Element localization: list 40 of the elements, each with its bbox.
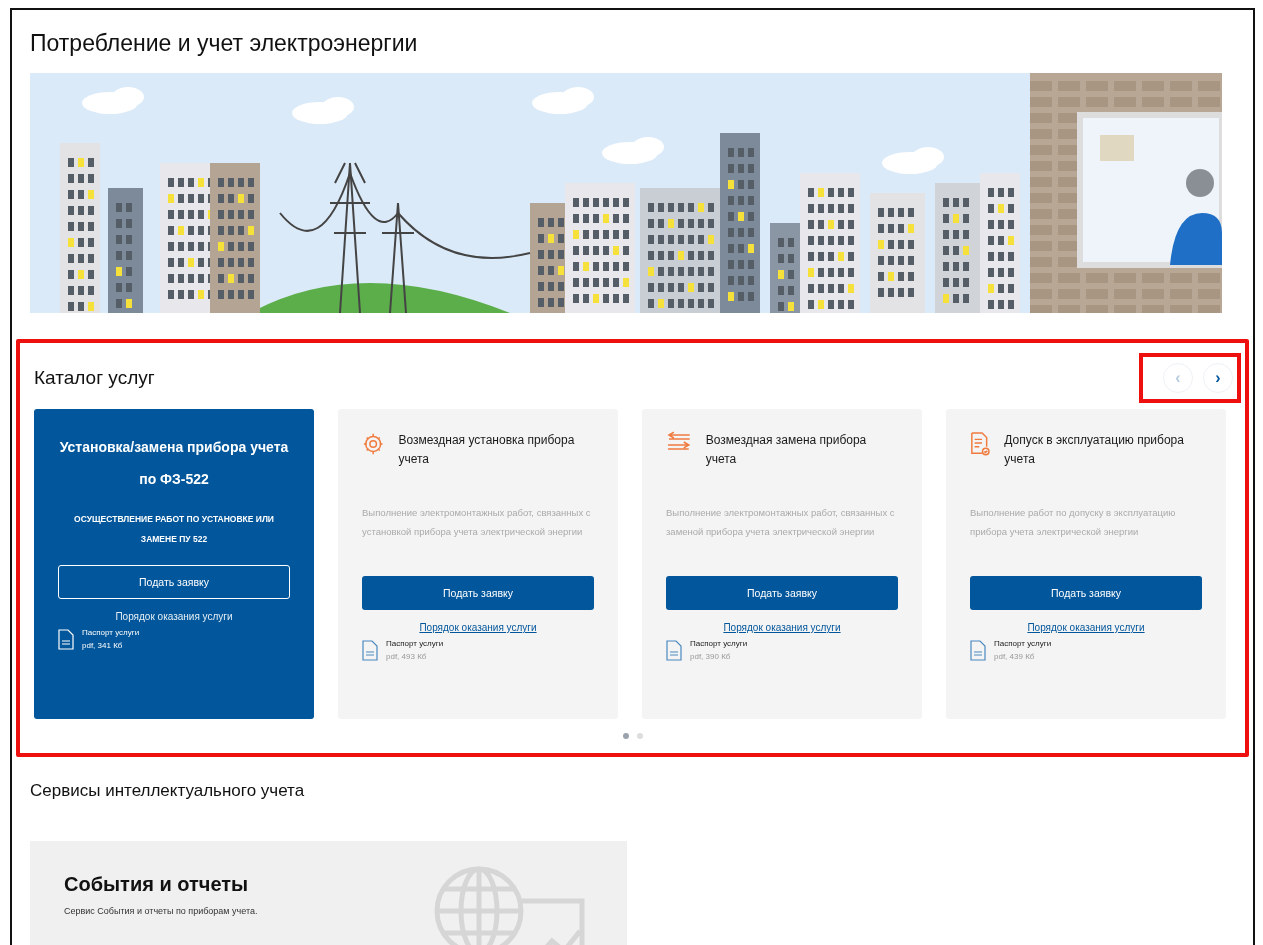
gear-icon: [362, 431, 385, 457]
document-icon: [666, 639, 682, 661]
file-name: Паспорт услуги: [386, 638, 444, 650]
carousel-dot[interactable]: [636, 733, 643, 739]
file-info: pdf, 390 Кб: [690, 651, 732, 663]
service-title: Возмездная установка прибора учета: [398, 432, 576, 468]
service-description: Сервис События и отчеты по приборам учета.: [64, 906, 259, 916]
service-description: Выполнение работ по допуску в эксплуатацию прибора учета электрической энергии: [970, 506, 1177, 539]
page-title: Потребление и учет электроэнергии: [30, 30, 419, 57]
file-name: Паспорт услуги: [994, 638, 1052, 650]
next-button[interactable]: ›: [1203, 363, 1233, 393]
file-name: Паспорт услуги: [82, 627, 140, 639]
file-info: pdf, 439 Кб: [994, 651, 1036, 663]
service-title: Установка/замена прибора учета по ФЗ-522: [58, 438, 290, 489]
service-description: Выполнение электромонтажных работ, связанных с установкой прибора учета электрической энергии: [362, 506, 592, 539]
service-title: События и отчеты: [64, 873, 250, 896]
procedure-link[interactable]: Порядок оказания услуги: [970, 622, 1202, 633]
service-title: Допуск в эксплуатацию прибора учета: [1004, 432, 1185, 468]
procedure-link[interactable]: Порядок оказания услуги: [666, 622, 898, 633]
service-description: ОСУЩЕСТВЛЕНИЕ РАБОТ ПО УСТАНОВКЕ ИЛИ ЗАМЕНЕ ПУ 522: [73, 513, 275, 546]
file-name: Паспорт услуги: [690, 638, 748, 650]
apply-button[interactable]: Подать заявку: [970, 576, 1202, 610]
apply-button[interactable]: Подать заявку: [362, 576, 594, 610]
procedure-link[interactable]: Порядок оказания услуги: [362, 622, 594, 633]
file-info: pdf, 493 Кб: [386, 651, 428, 663]
document-icon: [58, 628, 74, 650]
service-title: Возмездная замена прибора учета: [705, 432, 868, 468]
section-title: Сервисы интеллектуального учета: [30, 781, 306, 801]
document-check-icon: [970, 431, 991, 457]
procedure-link[interactable]: Порядок оказания услуги: [58, 611, 290, 622]
file-info: pdf, 341 Кб: [82, 640, 124, 652]
apply-button[interactable]: Подать заявку: [58, 565, 290, 599]
document-icon: [362, 639, 378, 661]
document-icon: [970, 639, 986, 661]
service-description: Выполнение электромонтажных работ, связанных с заменой прибора учета электрической энергии: [666, 506, 896, 539]
arrows-icon: [666, 431, 692, 453]
carousel-dot[interactable]: [622, 733, 629, 739]
section-title: Каталог услуг: [34, 367, 155, 389]
apply-button[interactable]: Подать заявку: [666, 576, 898, 610]
service-card[interactable]: События и отчеты Сервис События и отчеты по приборам учета.: [30, 841, 627, 945]
